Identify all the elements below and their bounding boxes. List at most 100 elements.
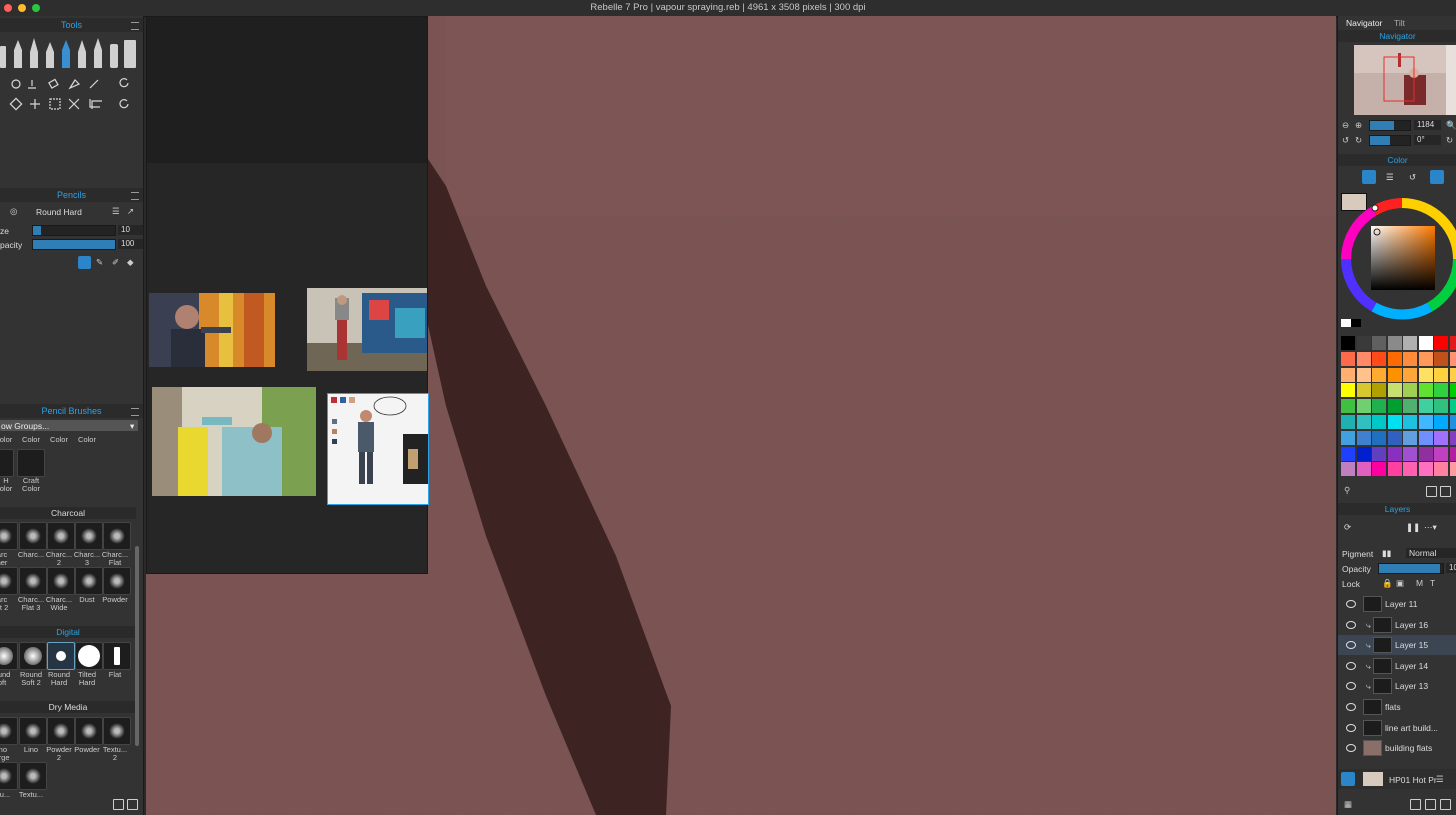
palette-swatch[interactable] — [1450, 399, 1456, 413]
palette-swatch[interactable] — [1357, 462, 1371, 476]
layer-row[interactable]: line art build... — [1338, 718, 1456, 738]
palette-swatch[interactable] — [1357, 431, 1371, 445]
palette-swatch[interactable] — [1434, 415, 1448, 429]
fit-zoom-icon[interactable]: 🔍 — [1446, 120, 1456, 131]
paper-settings-icon[interactable]: ☰ — [1436, 774, 1444, 785]
palette-swatch[interactable] — [1341, 431, 1355, 445]
palette-swatch[interactable] — [1450, 431, 1456, 445]
brush-thumb[interactable] — [19, 642, 47, 670]
palette-swatch[interactable] — [1372, 415, 1386, 429]
palette-swatch[interactable] — [1372, 399, 1386, 413]
brush-thumb[interactable] — [47, 717, 75, 745]
new-group-icon[interactable] — [1425, 799, 1436, 810]
palette-swatch[interactable] — [1357, 399, 1371, 413]
palette-swatch[interactable] — [1372, 336, 1386, 350]
group-header-charcoal[interactable]: Charcoal — [0, 507, 136, 519]
layer-opacity-slider[interactable] — [1378, 563, 1444, 574]
palette-swatch[interactable] — [1372, 368, 1386, 382]
brush-thumb[interactable] — [0, 642, 18, 670]
color-sliders-icon[interactable]: ☰ — [1386, 172, 1394, 183]
opacity-value[interactable]: 100 — [118, 239, 143, 249]
layer-visibility-eye-icon[interactable] — [1346, 621, 1356, 629]
mask-icon[interactable]: M — [1416, 578, 1423, 588]
palette-add-icon[interactable] — [1440, 486, 1451, 497]
palette-swatch[interactable] — [1434, 462, 1448, 476]
palette-swatch[interactable] — [1419, 399, 1433, 413]
palette-swatch[interactable] — [1341, 447, 1355, 461]
zoom-out-icon[interactable]: ⊖ — [1342, 120, 1349, 131]
palette-swatch[interactable] — [1341, 368, 1355, 382]
layer-row[interactable]: building flats — [1338, 738, 1456, 758]
reference-images-window[interactable] — [146, 16, 428, 574]
brush-thumb[interactable] — [47, 522, 75, 550]
palette-swatch[interactable] — [1357, 368, 1371, 382]
palette-swatch[interactable] — [1403, 383, 1417, 397]
pencil-mode-icon[interactable] — [78, 256, 91, 269]
layer-visibility-eye-icon[interactable] — [1346, 600, 1356, 608]
tab-navigator[interactable]: Navigator — [1346, 18, 1382, 28]
brush-groups-dropdown[interactable]: ow Groups... ▾ — [0, 420, 138, 431]
layer-panel-tool-icon[interactable]: ▦ — [1344, 799, 1352, 810]
lock-alpha-icon[interactable]: ▣ — [1396, 578, 1404, 589]
reference-image-graffiti-artist-2[interactable] — [307, 288, 427, 371]
palette-swatch[interactable] — [1403, 462, 1417, 476]
palette-swatch[interactable] — [1372, 447, 1386, 461]
palette-swatch[interactable] — [1372, 431, 1386, 445]
palette-swatch[interactable] — [1357, 383, 1371, 397]
tools-panel-menu-icon[interactable] — [131, 22, 139, 30]
brush-list-scrollbar[interactable] — [135, 546, 139, 746]
palette-swatch[interactable] — [1372, 352, 1386, 366]
layer-row[interactable]: Layer 11 — [1338, 594, 1456, 614]
palette-swatch[interactable] — [1403, 431, 1417, 445]
pick-color-icon[interactable]: ✎ — [96, 257, 103, 268]
brush-thumb[interactable] — [47, 642, 75, 670]
duplicate-brush-icon[interactable] — [113, 799, 124, 810]
layer-visibility-eye-icon[interactable] — [1346, 703, 1356, 711]
new-layer-icon[interactable] — [1410, 799, 1421, 810]
palette-swatch[interactable] — [1403, 415, 1417, 429]
brush-thumb[interactable] — [0, 522, 18, 550]
palette-swatch[interactable] — [1419, 431, 1433, 445]
brush-adjust-icon[interactable]: ☰ — [112, 206, 120, 217]
layer-options-icon[interactable]: ⋯▾ — [1424, 522, 1437, 533]
palette-swatch[interactable] — [1419, 383, 1433, 397]
palette-swatch[interactable] — [1434, 368, 1448, 382]
navigator-preview[interactable] — [1354, 45, 1456, 115]
palette-swatch[interactable] — [1357, 447, 1371, 461]
palette-swatch[interactable] — [1388, 352, 1402, 366]
blend-mode-icon[interactable]: ✐ — [112, 257, 119, 268]
reference-image-graffiti-artist-1[interactable] — [149, 293, 275, 367]
rotate-right-icon[interactable]: ↻ — [1355, 135, 1362, 146]
group-header-digital[interactable]: Digital — [0, 626, 136, 638]
palette-swatch[interactable] — [1388, 415, 1402, 429]
pigment-icon[interactable]: ▮▮ — [1382, 548, 1391, 559]
paper-row[interactable]: HP01 Hot Pr ☰ — [1338, 769, 1456, 789]
palette-swatch[interactable] — [1450, 383, 1456, 397]
palette-swatch[interactable] — [1450, 415, 1456, 429]
palette-swatch[interactable] — [1450, 336, 1456, 350]
palette-swatch[interactable] — [1419, 447, 1433, 461]
brush-thumb[interactable] — [103, 522, 131, 550]
palette-swatch[interactable] — [1419, 336, 1433, 350]
layer-visibility-eye-icon[interactable] — [1346, 641, 1356, 649]
palette-swatch[interactable] — [1341, 352, 1355, 366]
palette-swatch[interactable] — [1419, 352, 1433, 366]
reset-rotation-icon[interactable]: ↻ — [1446, 135, 1453, 146]
group-header-dry-media[interactable]: Dry Media — [0, 701, 136, 713]
brush-thumb[interactable] — [0, 717, 18, 745]
palette-swatch[interactable] — [1434, 352, 1448, 366]
palette-swatch[interactable] — [1450, 462, 1456, 476]
palette-swatch[interactable] — [1388, 368, 1402, 382]
layer-row[interactable]: flats — [1338, 697, 1456, 717]
pause-icon[interactable]: ❚❚ — [1406, 522, 1420, 533]
color-palette-mode-icon[interactable] — [1430, 170, 1444, 184]
palette-swatch[interactable] — [1450, 368, 1456, 382]
brush-thumb[interactable] — [75, 522, 103, 550]
palette-swatch[interactable] — [1372, 462, 1386, 476]
layer-visibility-eye-icon[interactable] — [1346, 662, 1356, 670]
rotation-value[interactable]: 0° — [1414, 135, 1441, 145]
brush-settings-icon[interactable]: ◎ — [10, 206, 17, 217]
palette-swatch[interactable] — [1450, 352, 1456, 366]
color-wheel[interactable] — [1341, 196, 1456, 322]
layer-row[interactable]: ⤷Layer 13 — [1338, 676, 1456, 696]
